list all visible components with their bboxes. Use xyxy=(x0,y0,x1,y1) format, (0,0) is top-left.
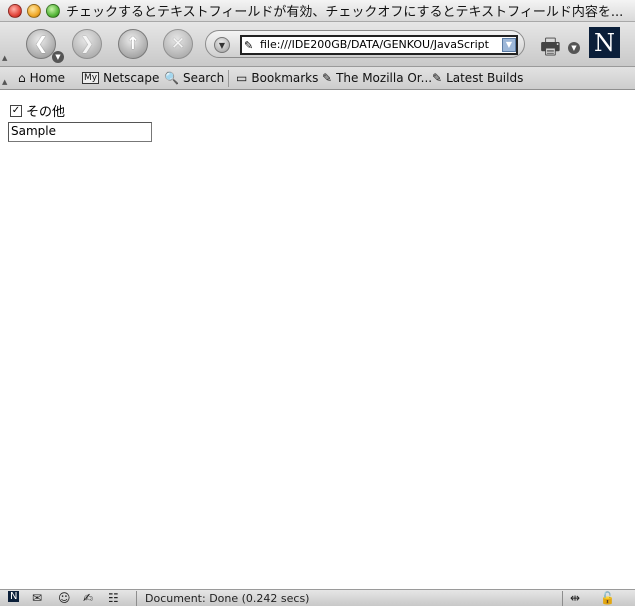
search-icon: 🔍 xyxy=(164,71,179,85)
url-history-dropdown[interactable]: ▼ xyxy=(214,37,230,53)
toolbar-grip-icon[interactable]: ▲ xyxy=(2,78,7,86)
security-lock-icon[interactable]: 🔓 xyxy=(600,591,615,605)
print-icon[interactable]: 🖶 xyxy=(540,30,561,68)
window-title: チェックするとテキストフィールドが有効、チェックオフにするとテキストフィールド内… xyxy=(66,5,624,20)
search-button[interactable]: 🔍 Search xyxy=(164,71,224,85)
zoom-window-button[interactable] xyxy=(46,3,60,18)
other-checkbox-label: その他 xyxy=(26,105,66,120)
forward-button[interactable]: ❯ xyxy=(72,29,102,59)
minimize-window-button[interactable] xyxy=(27,3,41,18)
print-dropdown[interactable]: ▼ xyxy=(568,42,580,54)
status-divider xyxy=(562,591,563,606)
url-text: file:///IDE200GB/DATA/GENKOU/JavaScript xyxy=(260,38,489,51)
back-arrow-icon: ❮ xyxy=(33,34,49,54)
status-bar: N ✉ ☺ ✍ ☷ Document: Done (0.242 secs) ⇹ … xyxy=(0,589,635,606)
bookmark-icon: ✎ xyxy=(432,71,443,85)
bookmark-icon: ✎ xyxy=(322,71,333,85)
address-book-icon[interactable]: ☷ xyxy=(108,591,119,605)
other-option-row: ✓ その他 xyxy=(10,101,65,120)
bookmarks-label: Bookmarks xyxy=(251,71,319,85)
close-window-button[interactable] xyxy=(8,3,22,18)
reload-button[interactable]: ↑ xyxy=(118,29,148,59)
mozilla-bookmark-link[interactable]: ✎ The Mozilla Or... xyxy=(322,71,432,85)
url-bar: ▼ ✎ file:///IDE200GB/DATA/GENKOU/JavaScr… xyxy=(205,30,525,58)
home-icon: ⌂ xyxy=(18,71,26,85)
url-input[interactable]: ✎ file:///IDE200GB/DATA/GENKOU/JavaScrip… xyxy=(240,35,518,55)
back-history-dropdown[interactable]: ▼ xyxy=(52,51,64,63)
sample-text-field[interactable]: Sample xyxy=(8,122,152,142)
page-content: ✓ その他 Sample xyxy=(0,91,635,589)
toolbar-grip-icon[interactable]: ▲ xyxy=(2,54,7,62)
bookmarks-button[interactable]: ▭ Bookmarks xyxy=(236,71,318,85)
toolbar-divider xyxy=(228,70,229,87)
online-status-icon[interactable]: ⇹ xyxy=(570,591,580,605)
folder-icon: ▭ xyxy=(236,71,248,85)
page-icon: ✎ xyxy=(244,39,254,52)
stop-icon: ✕ xyxy=(170,34,186,54)
forward-arrow-icon: ❯ xyxy=(79,34,95,54)
latest-builds-link[interactable]: ✎ Latest Builds xyxy=(432,71,523,85)
my-netscape-label: Netscape xyxy=(103,71,160,85)
search-label: Search xyxy=(182,71,225,85)
home-label: Home xyxy=(29,71,66,85)
window-controls xyxy=(8,3,60,18)
mozilla-label: The Mozilla Or... xyxy=(336,71,433,85)
navigation-toolbar: ▲ ❮ ▼ ❯ ↑ ✕ ▼ ✎ file:///IDE200GB/DATA/GE… xyxy=(0,22,635,67)
reload-icon: ↑ xyxy=(125,34,141,54)
netscape-logo[interactable]: N xyxy=(589,27,620,58)
my-netscape-icon: My xyxy=(82,72,100,84)
status-divider xyxy=(136,591,137,606)
title-bar: チェックするとテキストフィールドが有効、チェックオフにするとテキストフィールド内… xyxy=(0,0,635,22)
home-button[interactable]: ⌂ Home xyxy=(18,71,65,85)
browser-window: チェックするとテキストフィールドが有効、チェックオフにするとテキストフィールド内… xyxy=(0,0,635,606)
composer-icon[interactable]: ✍ xyxy=(83,591,93,605)
instant-messenger-icon[interactable]: ☺ xyxy=(58,591,71,605)
stop-button[interactable]: ✕ xyxy=(163,29,193,59)
mail-icon[interactable]: ✉ xyxy=(32,591,42,605)
url-go-icon[interactable]: ▼ xyxy=(502,38,516,52)
my-netscape-button[interactable]: My Netscape xyxy=(82,71,159,85)
status-text: Document: Done (0.242 secs) xyxy=(145,592,310,605)
latest-builds-label: Latest Builds xyxy=(446,71,524,85)
other-checkbox[interactable]: ✓ xyxy=(10,104,22,117)
netscape-small-icon[interactable]: N xyxy=(8,591,20,602)
personal-toolbar: ▲ ⌂ Home My Netscape 🔍 Search ▭ Bookmark… xyxy=(0,67,635,90)
